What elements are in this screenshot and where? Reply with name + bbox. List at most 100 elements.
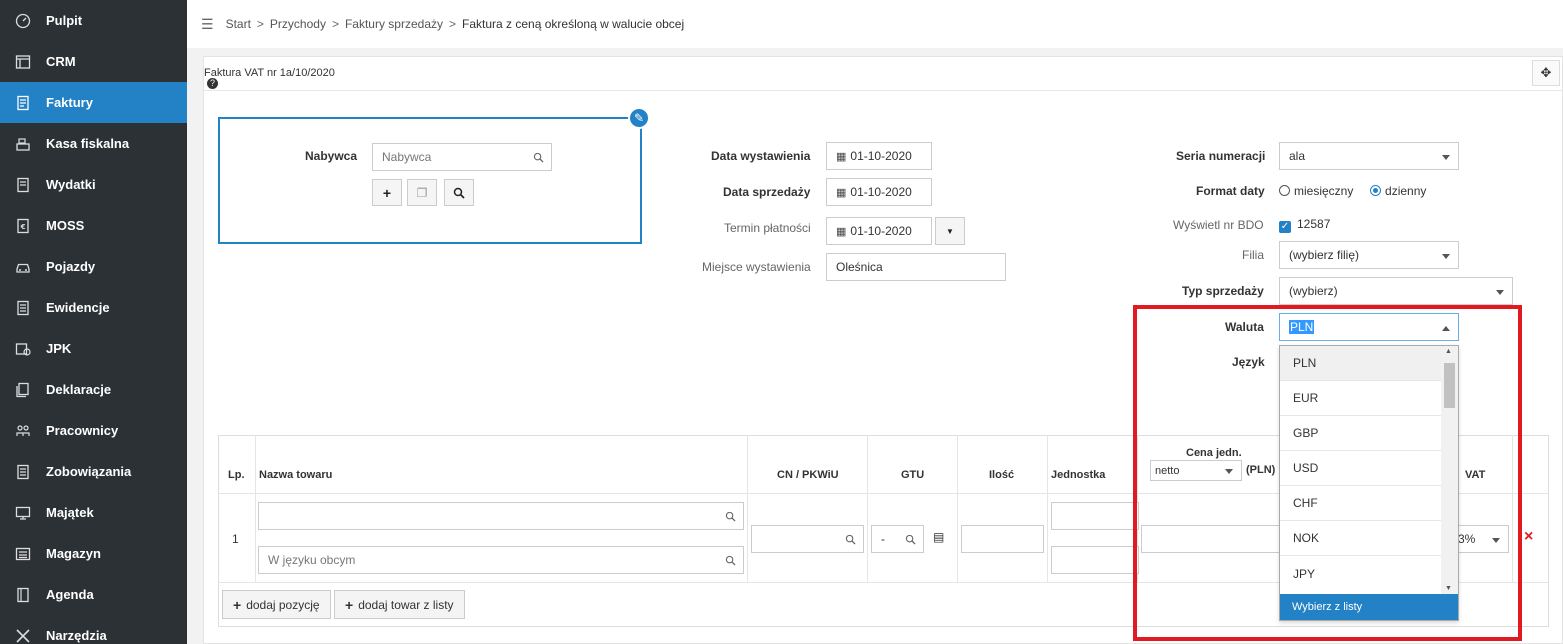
caret-down-icon: [1496, 290, 1504, 295]
liabilities-icon: [0, 464, 46, 480]
sidebar-item-agenda[interactable]: Agenda: [0, 574, 187, 615]
help-icon[interactable]: ?: [207, 78, 218, 89]
sidebar-item-label: MOSS: [46, 218, 85, 233]
search-icon: [725, 555, 736, 566]
due-date-input[interactable]: ▦ 01-10-2020: [826, 217, 932, 245]
remove-row-icon[interactable]: ×: [1524, 528, 1533, 546]
unit-input[interactable]: [1051, 502, 1139, 530]
breadcrumb-item[interactable]: Faktury sprzedaży: [345, 17, 443, 31]
breadcrumb-item[interactable]: Przychody: [270, 17, 326, 31]
sidebar-item-label: Faktury: [46, 95, 93, 110]
unit-foreign-input[interactable]: [1051, 546, 1139, 574]
sidebar-item-pojazdy[interactable]: Pojazdy: [0, 246, 187, 287]
sidebar-item-majatek[interactable]: Majątek: [0, 492, 187, 533]
edit-icon[interactable]: ✎: [628, 107, 650, 129]
panel-title-text: Faktura VAT nr 1a/10/2020: [204, 67, 335, 79]
plus-icon: +: [382, 184, 392, 201]
due-date-value: 01-10-2020: [850, 224, 912, 238]
branch-value: (wybierz filię): [1289, 248, 1360, 262]
cn-input[interactable]: [751, 525, 864, 553]
gtu-input[interactable]: -: [871, 525, 924, 553]
col-gtu: GTU: [901, 469, 925, 481]
branch-label: Filia: [1242, 248, 1265, 262]
bdo-checkbox[interactable]: ✓: [1279, 221, 1291, 233]
search-icon: [845, 534, 856, 545]
buyer-input[interactable]: Nabywca: [372, 143, 552, 171]
moss-icon: €: [0, 218, 46, 234]
sidebar-item-crm[interactable]: CRM: [0, 41, 187, 82]
add-buyer-button[interactable]: +: [372, 179, 402, 206]
search-icon: [533, 152, 544, 163]
sidebar-item-label: Deklaracje: [46, 382, 112, 397]
due-date-dropdown-button[interactable]: ▼: [935, 217, 965, 245]
sidebar-item-label: Kasa fiskalna: [46, 136, 130, 151]
bdo-label: Wyświetl nr BDO: [1173, 218, 1264, 232]
caret-down-icon: ▼: [946, 226, 954, 236]
search-buyer-button[interactable]: [444, 179, 474, 206]
add-from-list-button[interactable]: + dodaj towar z listy: [334, 590, 465, 619]
panel-title: Faktura VAT nr 1a/10/2020 ?: [204, 67, 335, 89]
sidebar-item-zobowiazania[interactable]: Zobowiązania: [0, 451, 187, 492]
sidebar-item-deklaracje[interactable]: Deklaracje: [0, 369, 187, 410]
sidebar-item-narzedzia[interactable]: Narzędzia: [0, 615, 187, 644]
sidebar-item-ewidencje[interactable]: Ewidencje: [0, 287, 187, 328]
caret-down-icon: [1442, 155, 1450, 160]
sidebar-item-label: CRM: [46, 54, 76, 69]
sidebar-item-kasa-fiskalna[interactable]: Kasa fiskalna: [0, 123, 187, 164]
radio-daily[interactable]: [1370, 185, 1382, 196]
crm-icon: [0, 54, 46, 70]
place-label: Miejsce wystawienia: [702, 260, 811, 274]
sale-type-select[interactable]: (wybierz): [1279, 277, 1513, 305]
bdo-value: 12587: [1297, 217, 1331, 231]
sidebar-item-label: Pracownicy: [46, 423, 119, 438]
col-name: Nazwa towaru: [259, 469, 333, 481]
plus-icon: +: [233, 596, 242, 613]
sidebar-item-moss[interactable]: € MOSS: [0, 205, 187, 246]
sidebar-item-pracownicy[interactable]: Pracownicy: [0, 410, 187, 451]
records-icon: [0, 300, 46, 316]
gtu-value: -: [881, 532, 885, 546]
jpk-icon: [0, 341, 46, 357]
tools-icon: [0, 628, 46, 644]
panel-header: Faktura VAT nr 1a/10/2020 ? ✥: [204, 57, 1562, 91]
series-select[interactable]: ala: [1279, 142, 1459, 170]
sidebar-item-label: Magazyn: [46, 546, 101, 561]
sale-type-label: Typ sprzedaży: [1182, 284, 1264, 298]
list-icon[interactable]: ▤: [933, 530, 944, 544]
copy-buyer-button[interactable]: ❐: [407, 179, 437, 206]
series-value: ala: [1289, 149, 1306, 163]
sidebar-item-label: Zobowiązania: [46, 464, 132, 479]
col-lp: Lp.: [228, 469, 245, 481]
radio-monthly[interactable]: [1279, 185, 1290, 196]
sidebar-item-pulpit[interactable]: Pulpit: [0, 0, 187, 41]
sidebar-item-label: Wydatki: [46, 177, 96, 192]
hamburger-menu-icon[interactable]: ☰: [201, 16, 214, 33]
place-input[interactable]: Oleśnica: [826, 253, 1006, 281]
item-name-input[interactable]: [258, 502, 744, 530]
car-icon: [0, 259, 46, 275]
table-col-divider: [867, 435, 868, 583]
search-icon: [725, 511, 736, 522]
svg-text:€: €: [20, 223, 26, 231]
sale-date-input[interactable]: ▦ 01-10-2020: [826, 178, 932, 206]
sidebar-item-faktury[interactable]: Faktury: [0, 82, 187, 123]
move-icon[interactable]: ✥: [1532, 60, 1560, 86]
foreign-name-placeholder: W języku obcym: [268, 553, 356, 567]
sidebar-item-wydatki[interactable]: Wydatki: [0, 164, 187, 205]
branch-select[interactable]: (wybierz filię): [1279, 241, 1459, 269]
add-from-list-label: dodaj towar z listy: [358, 597, 454, 612]
search-icon: [453, 187, 465, 199]
item-foreign-name-input[interactable]: W języku obcym: [258, 546, 744, 574]
table-col-divider: [747, 435, 748, 583]
breadcrumb-item[interactable]: Start: [226, 17, 251, 31]
add-position-button[interactable]: + dodaj pozycję: [222, 590, 331, 619]
sidebar-item-jpk[interactable]: JPK: [0, 328, 187, 369]
radio-monthly-label: miesięczny: [1294, 184, 1354, 198]
issue-date-input[interactable]: ▦ 01-10-2020: [826, 142, 932, 170]
sidebar-item-magazyn[interactable]: Magazyn: [0, 533, 187, 574]
cash-register-icon: [0, 136, 46, 152]
breadcrumb-separator: >: [331, 17, 339, 31]
sale-date-label: Data sprzedaży: [723, 185, 811, 199]
qty-input[interactable]: [961, 525, 1044, 553]
due-date-label: Termin płatności: [724, 221, 811, 235]
